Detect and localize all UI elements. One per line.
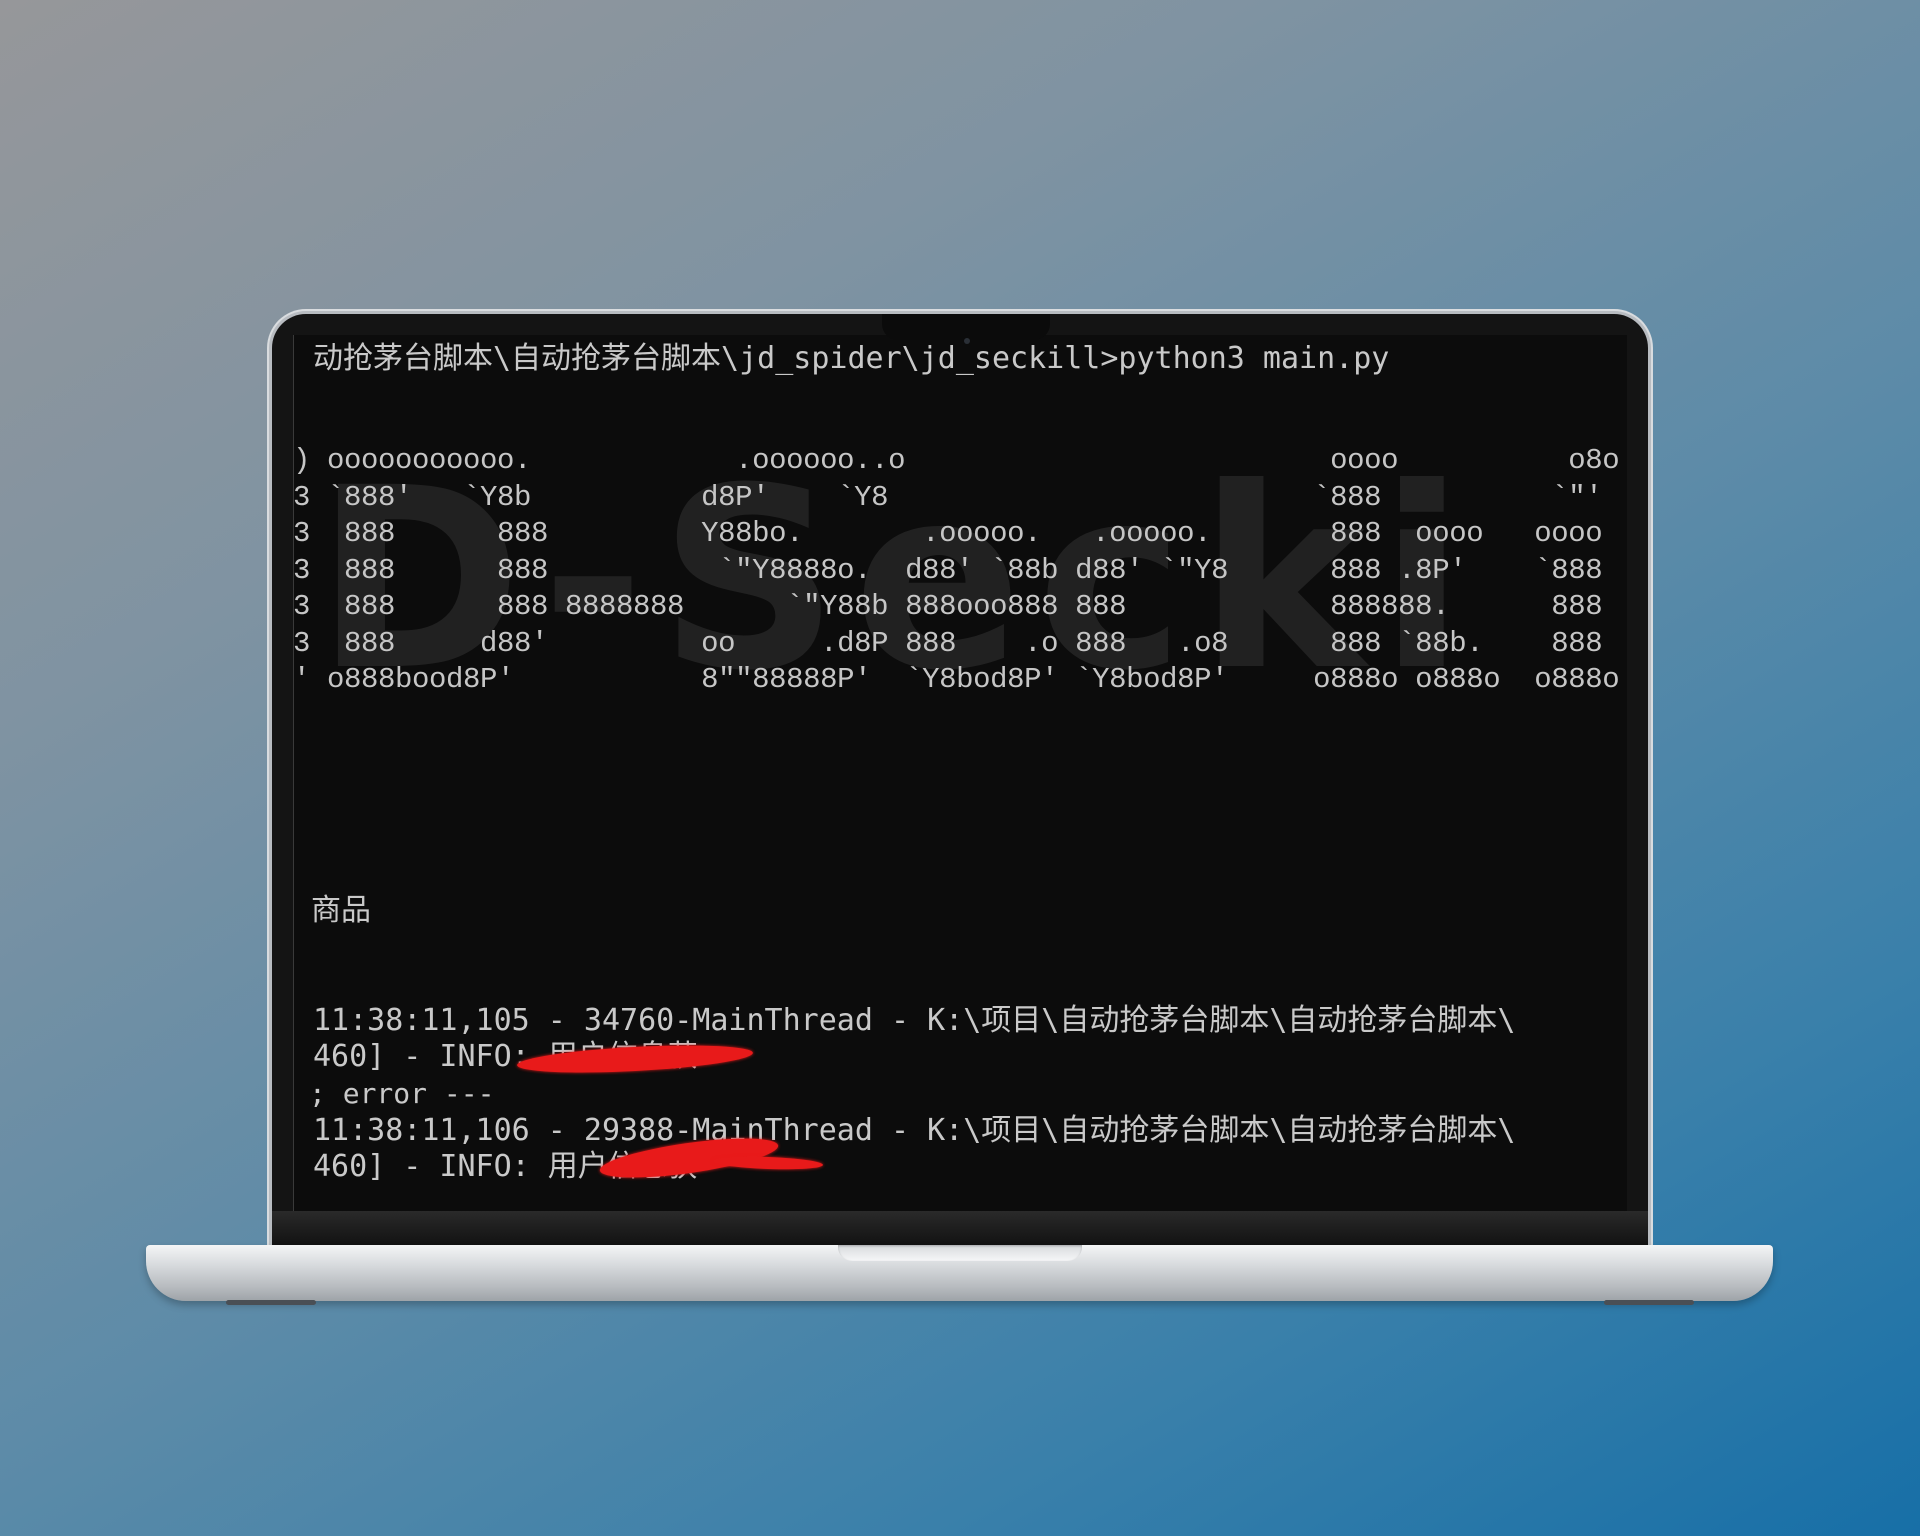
command-line: 动抢茅台脚本\自动抢茅台脚本\jd_spider\jd_seckill>pyth…	[313, 341, 1390, 376]
log-line-4: 11:38:11,106 - 29388-MainThread - K:\项目\…	[313, 1113, 1516, 1148]
log-line-1: 11:38:11,105 - 34760-MainThread - K:\项目\…	[313, 1003, 1516, 1038]
prompt-line: 商品	[311, 893, 371, 928]
camera-notch	[882, 314, 1050, 344]
camera-icon	[964, 338, 970, 344]
log-line-3: ; error ---	[309, 1077, 495, 1110]
laptop-lid: D-Secki 动抢茅台脚本\自动抢茅台脚本\jd_spider\jd_seck…	[272, 314, 1648, 1251]
lid-opening-notch	[838, 1245, 1082, 1261]
laptop-base	[146, 1245, 1773, 1301]
ascii-banner: ) ooooooooooo. .oooooo..o oooo o8o 3 `88…	[293, 444, 1620, 696]
redaction-mark	[712, 1155, 824, 1171]
laptop-foot	[1604, 1300, 1694, 1305]
terminal-window[interactable]: D-Secki 动抢茅台脚本\自动抢茅台脚本\jd_spider\jd_seck…	[293, 335, 1627, 1211]
laptop-foot	[226, 1300, 316, 1305]
